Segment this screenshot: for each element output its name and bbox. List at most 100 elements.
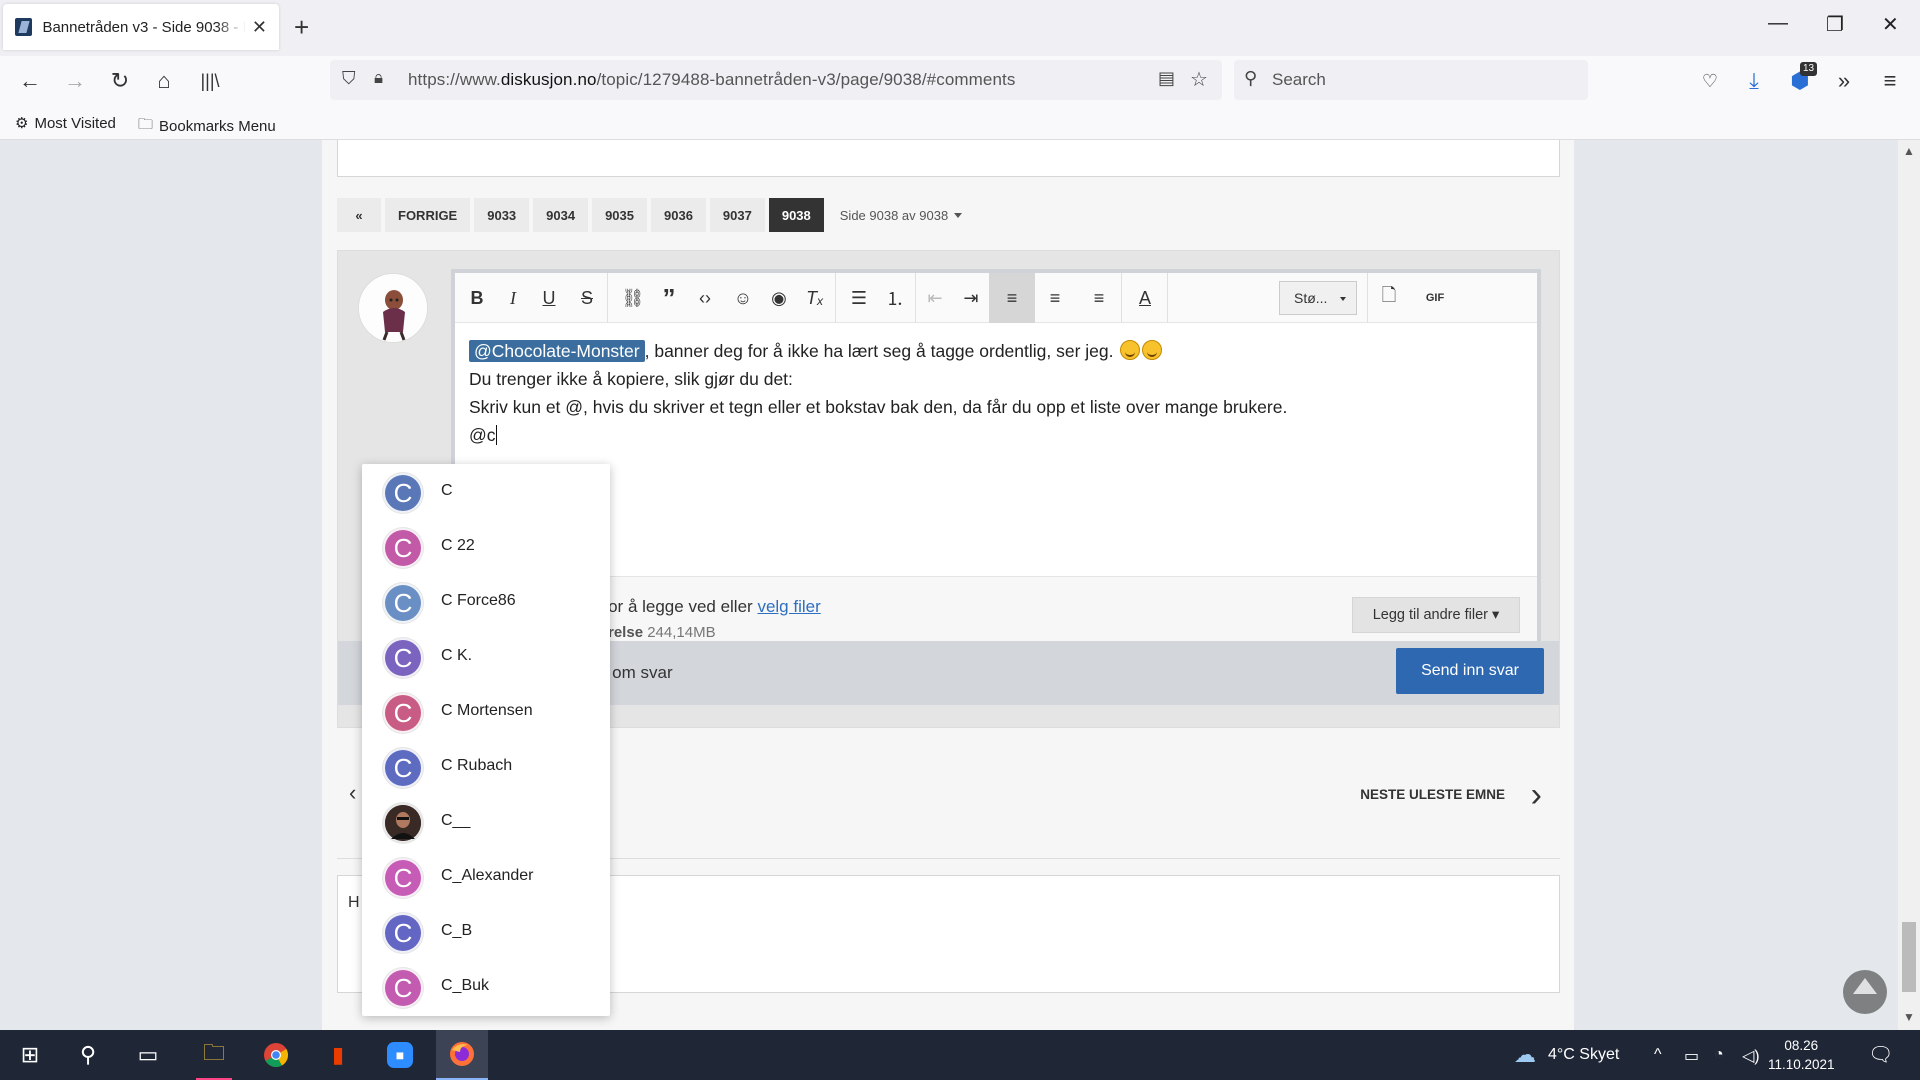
address-bar[interactable]: ⛉ 🔒︎ https://www.diskusjon.no/topic/1279…	[330, 60, 1222, 100]
page-scrollbar[interactable]: ▲ ▼	[1898, 140, 1920, 1030]
volume-icon[interactable]: ◁)	[1742, 1046, 1760, 1066]
quote-icon[interactable]: ”	[651, 280, 687, 316]
mention-option[interactable]: CC Rubach	[362, 739, 610, 794]
zoom-icon[interactable]: ■	[374, 1030, 426, 1080]
bookmark-star-icon[interactable]: ☆	[1190, 67, 1208, 92]
search-icon[interactable]: ⚲	[62, 1030, 114, 1080]
indent-icon[interactable]: ⇥	[953, 280, 989, 316]
user-avatar	[358, 273, 428, 343]
underline-icon[interactable]: U	[531, 280, 567, 316]
weather-cloud-icon[interactable]: ☁	[1514, 1042, 1536, 1068]
prev-topic-chevron-icon[interactable]: ‹	[349, 780, 356, 806]
firefox-icon[interactable]	[436, 1030, 488, 1080]
restore-icon[interactable]: ❐	[1826, 12, 1844, 37]
align-left-icon[interactable]: ≡	[989, 273, 1035, 323]
mention-option[interactable]: C C_Alexander	[362, 849, 610, 904]
downloads-icon[interactable]: ⤓	[1738, 66, 1770, 96]
submit-reply-button[interactable]: Send inn svar	[1396, 648, 1544, 694]
code-icon[interactable]: ‹›	[687, 280, 723, 316]
attach-max-size: ørrelse 244,14MB	[593, 624, 716, 641]
bullet-list-icon[interactable]: ☰	[841, 280, 877, 316]
overflow-chevron-icon[interactable]: »	[1828, 66, 1860, 96]
chrome-icon[interactable]	[250, 1030, 302, 1080]
pagination-page[interactable]: 9033	[474, 198, 530, 232]
menu-hamburger-icon[interactable]: ≡	[1874, 66, 1906, 96]
editor-content[interactable]: @Chocolate-Monster, banner deg for å ikk…	[469, 337, 1509, 449]
mention-option[interactable]: C C_Buk	[362, 959, 610, 1014]
reload-icon[interactable]: ↻	[104, 66, 136, 96]
forward-icon[interactable]: →	[59, 66, 91, 96]
chevron-right-icon[interactable]: ›	[1531, 776, 1542, 815]
system-clock[interactable]: 08.26 11.10.2021	[1768, 1036, 1835, 1074]
pocket-icon[interactable]: ♡	[1694, 66, 1726, 96]
scroll-down-icon[interactable]: ▼	[1903, 1010, 1915, 1024]
url-text[interactable]: https://www.diskusjon.no/topic/1279488-b…	[408, 70, 1015, 90]
lock-icon[interactable]: 🔒︎	[374, 68, 383, 88]
caret-down-icon	[954, 212, 963, 218]
mention-option[interactable]: CC Force86	[362, 574, 610, 629]
office-icon[interactable]: ▮	[312, 1030, 364, 1080]
bold-icon[interactable]: B	[459, 280, 495, 316]
shield-icon[interactable]: ⛉	[342, 68, 356, 89]
wifi-icon[interactable]: ◔	[1714, 1046, 1724, 1064]
mention-option[interactable]: C C_B	[362, 904, 610, 959]
tab-close-icon[interactable]: ✕	[252, 17, 267, 38]
file-explorer-icon[interactable]: 🗀	[188, 1030, 240, 1080]
scrollbar-thumb[interactable]	[1902, 922, 1916, 992]
pagination-page[interactable]: 9035	[592, 198, 647, 232]
font-size-select[interactable]: Stø...	[1279, 281, 1357, 315]
windows-start-icon[interactable]: ⊞	[4, 1030, 56, 1080]
extension-icon[interactable]: ⬢ 13	[1784, 62, 1818, 96]
numbered-list-icon[interactable]: ⒈	[877, 280, 913, 316]
search-bar[interactable]: ⚲ Search	[1234, 60, 1588, 100]
scroll-up-icon[interactable]: ▲	[1903, 144, 1915, 158]
mention-tag[interactable]: @Chocolate-Monster	[469, 340, 645, 362]
link-icon[interactable]: ⛓	[615, 280, 651, 316]
pagination-prev[interactable]: FORRIGE	[385, 198, 471, 232]
editor-toolbar: B I U S ⛓ ” ‹› ☺ ◉ Tₓ ☰ ⒈ ⇤ ⇥ ≡ ≡ ≡ A St…	[455, 273, 1537, 323]
mention-option[interactable]: CC K.	[362, 629, 610, 684]
new-tab-button[interactable]: +	[294, 12, 309, 42]
italic-icon[interactable]: I	[495, 280, 531, 316]
pagination-first[interactable]: «	[337, 198, 381, 232]
scroll-to-top-button[interactable]	[1843, 970, 1887, 1014]
mention-option[interactable]: C__	[362, 794, 610, 849]
strikethrough-icon[interactable]: S	[569, 280, 605, 316]
outdent-icon[interactable]: ⇤	[917, 280, 953, 316]
pagination-page[interactable]: 9034	[533, 198, 589, 232]
gif-icon[interactable]: GIF	[1417, 280, 1453, 316]
emoji-icon[interactable]: ☺	[725, 280, 761, 316]
preview-icon[interactable]: 🗋	[1371, 280, 1407, 316]
tab-active[interactable]: Bannetråden v3 - Side 9038 - Le ✕	[3, 4, 279, 50]
mention-option[interactable]: CC 22	[362, 519, 610, 574]
next-unread-topic-link[interactable]: NESTE ULESTE EMNE	[1360, 787, 1505, 802]
spoiler-eye-icon[interactable]: ◉	[761, 280, 797, 316]
choose-files-link[interactable]: velg filer	[757, 597, 820, 616]
pagination-page-current[interactable]: 9038	[768, 198, 824, 232]
close-window-icon[interactable]: ✕	[1882, 12, 1899, 37]
add-other-files-button[interactable]: Legg til andre filer ▾	[1352, 597, 1520, 633]
back-icon[interactable]: ←	[14, 66, 46, 96]
align-center-icon[interactable]: ≡	[1037, 280, 1073, 316]
library-icon[interactable]: |||\	[194, 66, 226, 96]
tab-bar: Bannetråden v3 - Side 9038 - Le ✕ + — ❐ …	[0, 0, 1920, 56]
battery-icon[interactable]: ▭	[1684, 1046, 1699, 1066]
reader-view-icon[interactable]: ▤	[1158, 68, 1175, 89]
text-color-icon[interactable]: A	[1127, 280, 1163, 316]
mention-option[interactable]: CC	[362, 464, 610, 519]
bookmark-menu[interactable]: 🗀 Bookmarks Menu	[138, 114, 276, 139]
tray-chevron-up-icon[interactable]: ^	[1654, 1046, 1662, 1064]
upside-down-smile-icon	[1120, 340, 1141, 360]
home-icon[interactable]: ⌂	[148, 66, 180, 96]
weather-text[interactable]: 4°C Skyet	[1548, 1046, 1619, 1064]
mention-option[interactable]: CC Mortensen	[362, 684, 610, 739]
pagination-page[interactable]: 9036	[651, 198, 706, 232]
pagination-page[interactable]: 9037	[709, 198, 765, 232]
notifications-icon[interactable]: 🗨	[1868, 1042, 1893, 1067]
clear-format-icon[interactable]: Tₓ	[797, 280, 833, 316]
minimize-icon[interactable]: —	[1768, 12, 1788, 35]
task-view-icon[interactable]: ▭	[122, 1030, 174, 1080]
pagination-page-jump[interactable]: Side 9038 av 9038	[840, 198, 963, 232]
align-right-icon[interactable]: ≡	[1081, 280, 1117, 316]
bookmark-most-visited[interactable]: ⚙ Most Visited	[15, 114, 116, 133]
